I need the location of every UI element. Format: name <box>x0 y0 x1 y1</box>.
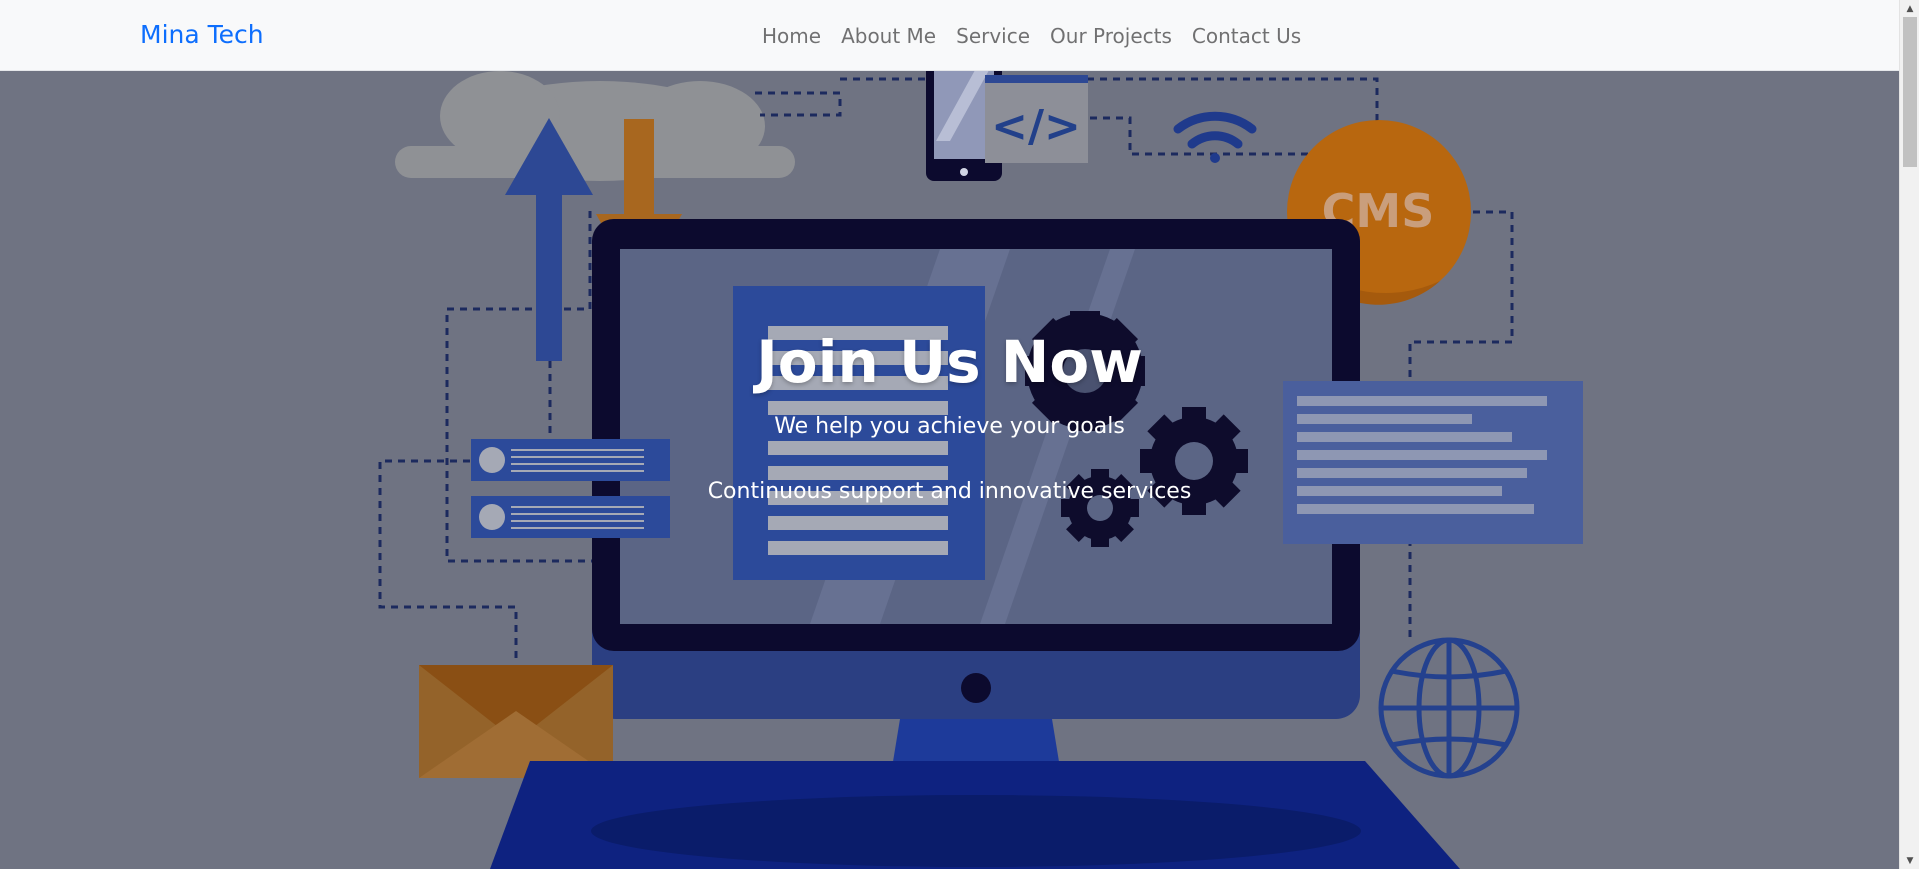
scroll-down-arrow-icon[interactable]: ▼ <box>1900 852 1919 869</box>
page-scrollbar[interactable]: ▲ ▼ <box>1899 0 1919 869</box>
hero-content: Join Us Now We help you achieve your goa… <box>0 71 1899 869</box>
hero-subtitle: We help you achieve your goals <box>774 414 1125 439</box>
nav-link-service[interactable]: Service <box>956 24 1030 48</box>
nav-link-contact-us[interactable]: Contact Us <box>1192 24 1301 48</box>
hero-title: Join Us Now <box>756 328 1143 396</box>
nav-item-projects: Our Projects <box>1050 24 1172 48</box>
nav-menu: Home About Me Service Our Projects Conta… <box>762 24 1301 48</box>
scroll-thumb[interactable] <box>1903 17 1917 167</box>
nav-link-about-me[interactable]: About Me <box>841 24 936 48</box>
brand-logo-link[interactable]: Mina Tech <box>140 20 264 49</box>
nav-item-about: About Me <box>841 24 936 48</box>
hero-tagline: Continuous support and innovative servic… <box>707 479 1192 504</box>
nav-item-service: Service <box>956 24 1030 48</box>
hero-section: </> CMS Join Us Now We help you achieve … <box>0 71 1899 869</box>
nav-item-contact: Contact Us <box>1192 24 1301 48</box>
nav-item-home: Home <box>762 24 821 48</box>
scroll-up-arrow-icon[interactable]: ▲ <box>1900 0 1919 17</box>
navbar: Mina Tech Home About Me Service Our Proj… <box>0 0 1899 71</box>
nav-link-our-projects[interactable]: Our Projects <box>1050 24 1172 48</box>
nav-link-home[interactable]: Home <box>762 24 821 48</box>
